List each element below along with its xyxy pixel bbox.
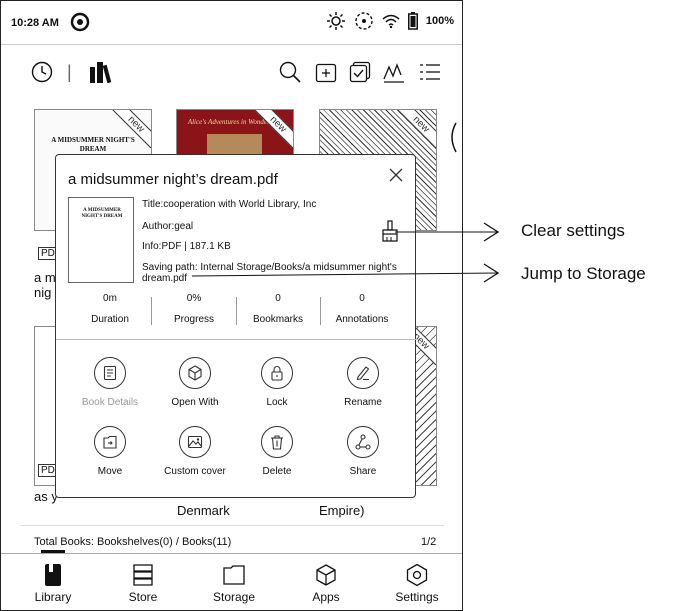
callout-clear-settings: Clear settings bbox=[521, 221, 625, 240]
callout-jump-to-storage: Jump to Storage bbox=[521, 264, 646, 283]
bracket-mark bbox=[451, 122, 457, 153]
callout-line-jump-storage bbox=[191, 272, 499, 277]
callout-arrows bbox=[191, 122, 500, 283]
